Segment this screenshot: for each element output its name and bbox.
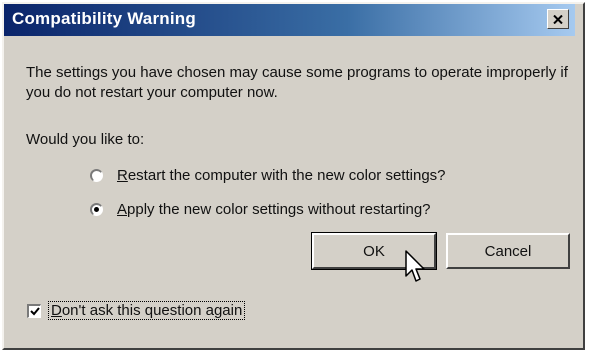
radio-label-apply: Apply the new color settings without res… bbox=[117, 201, 431, 218]
dont-ask-again-label: Don't ask this question again bbox=[47, 301, 246, 320]
radio-button-apply[interactable] bbox=[90, 203, 103, 216]
title-bar[interactable]: Compatibility Warning bbox=[4, 4, 575, 36]
window-title: Compatibility Warning bbox=[12, 9, 196, 28]
radio-button-restart[interactable] bbox=[90, 169, 103, 182]
radio-selected-dot bbox=[94, 207, 99, 212]
radio-option-restart[interactable]: Restart the computer with the new color … bbox=[90, 167, 446, 184]
close-icon bbox=[553, 14, 563, 24]
radio-label-restart: Restart the computer with the new color … bbox=[117, 167, 446, 184]
checkmark-icon bbox=[29, 306, 40, 315]
radio-option-apply[interactable]: Apply the new color settings without res… bbox=[90, 201, 431, 218]
dont-ask-again-option[interactable]: Don't ask this question again bbox=[27, 301, 246, 320]
question-label: Would you like to: bbox=[26, 131, 145, 148]
close-button[interactable] bbox=[547, 9, 569, 29]
mouse-pointer-icon bbox=[405, 250, 425, 282]
cancel-button[interactable]: Cancel bbox=[446, 233, 570, 269]
dont-ask-again-checkbox[interactable] bbox=[27, 303, 41, 318]
warning-message: The settings you have chosen may cause s… bbox=[26, 64, 568, 101]
